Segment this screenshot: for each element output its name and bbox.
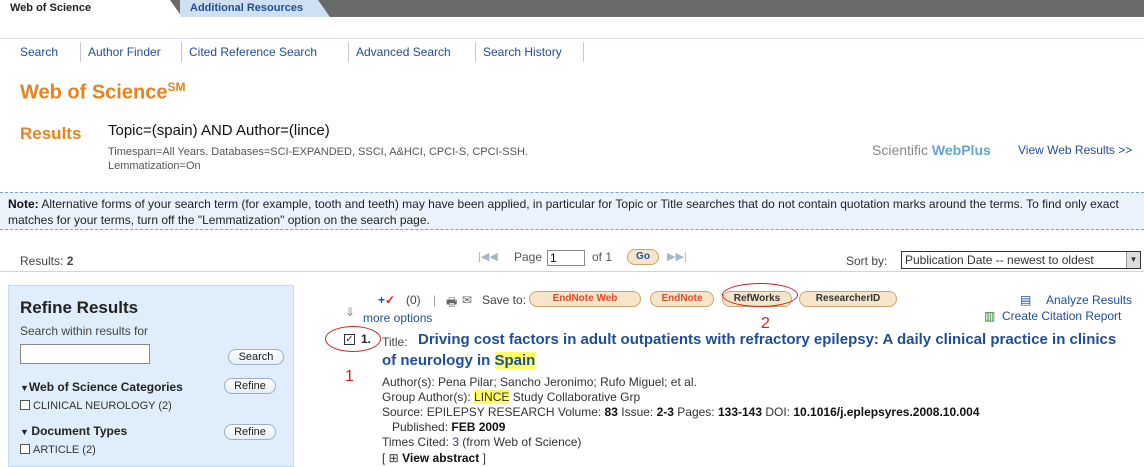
sort-select[interactable]: Publication Date -- newest to oldest ▼: [901, 251, 1141, 269]
analyze-results-link[interactable]: Analyze Results: [1046, 293, 1132, 307]
chevron-down-icon[interactable]: ▼: [1126, 252, 1140, 268]
triangle-down-icon[interactable]: ▼: [20, 427, 31, 437]
section-wos-categories: ▼Web of Science Categories: [20, 380, 183, 394]
nav-cited-reference-search[interactable]: Cited Reference Search: [189, 45, 317, 59]
record-authors: Author(s): Pena Pilar; Sancho Jeronimo; …: [382, 375, 697, 389]
more-options-link[interactable]: more options: [363, 311, 432, 325]
researcherid-button[interactable]: ResearcherID: [799, 291, 897, 307]
toolbar-separator: |: [433, 293, 437, 307]
results-count: Results: 2: [20, 254, 74, 268]
nav-separator: [475, 42, 476, 62]
view-web-results-link[interactable]: View Web Results >>: [1018, 143, 1132, 157]
tab-web-of-science[interactable]: Web of Science: [0, 0, 182, 17]
refine-subtitle: Search within results for: [20, 324, 149, 338]
nav-separator: [348, 42, 349, 62]
arrow-down-icon: ⇓: [345, 305, 356, 319]
nav-search[interactable]: Search: [20, 45, 58, 59]
email-icon[interactable]: ✉: [462, 293, 472, 307]
view-abstract-link[interactable]: [ ⊞ View abstract ]: [382, 451, 486, 465]
analyze-icon: ▤: [1020, 293, 1032, 307]
record-number: 1.: [361, 332, 372, 346]
section-document-types: ▼ Document Types: [20, 424, 128, 438]
last-page-icon[interactable]: ▶▶|: [667, 250, 687, 263]
tab-additional-resources[interactable]: Additional Resources: [180, 0, 330, 17]
nav-divider: [0, 38, 1144, 39]
record-title-link[interactable]: Driving cost factors in adult outpatient…: [418, 331, 1116, 348]
citation-report-link[interactable]: Create Citation Report: [1002, 309, 1121, 323]
add-to-marked-list-icon[interactable]: +✓: [378, 293, 395, 307]
nav-separator: [80, 42, 81, 62]
triangle-down-icon[interactable]: ▼: [20, 383, 29, 393]
query-meta: Timespan=All Years. Databases=SCI-EXPAND…: [108, 146, 528, 172]
nav-advanced-search[interactable]: Advanced Search: [356, 45, 451, 59]
refine-title: Refine Results: [20, 298, 139, 317]
expand-icon: ⊞: [388, 451, 399, 465]
record-group-authors: Group Author(s): LINCE Study Collaborati…: [382, 390, 641, 404]
nav-separator: [583, 42, 584, 62]
endnote-button[interactable]: EndNote: [650, 291, 714, 307]
citation-report-icon: ▥: [984, 309, 996, 323]
annotation-ellipse-refworks: [722, 283, 798, 307]
record-source: Source: EPILEPSY RESEARCH Volume: 83 Iss…: [382, 405, 980, 419]
search-query: Topic=(spain) AND Author=(lince): [108, 122, 330, 139]
page-label: Page: [514, 250, 543, 264]
refine-doctypes-button[interactable]: Refine: [224, 424, 276, 440]
sort-by-label: Sort by:: [846, 254, 888, 268]
endnote-web-button[interactable]: EndNote Web: [529, 291, 641, 307]
annotation-number-1: 1: [345, 368, 354, 385]
page-title: Web of ScienceSM: [20, 80, 186, 104]
record-checkbox[interactable]: ✓: [344, 334, 355, 345]
print-icon[interactable]: 🖶: [446, 293, 457, 314]
page-number-input[interactable]: [547, 250, 585, 266]
nav-search-history[interactable]: Search History: [483, 45, 562, 59]
record-times-cited: Times Cited: 3 (from Web of Science): [382, 435, 582, 449]
marked-count: (0): [406, 293, 421, 307]
results-label: Results: [20, 124, 82, 143]
refine-categories-button[interactable]: Refine: [224, 378, 276, 394]
page-count: of 1: [592, 250, 613, 264]
save-to-label: Save to:: [482, 293, 527, 307]
refine-search-button[interactable]: Search: [228, 349, 284, 365]
webplus-logo: Scientific WebPlus: [872, 142, 991, 158]
nav-author-finder[interactable]: Author Finder: [88, 45, 161, 59]
go-button[interactable]: Go: [627, 249, 659, 265]
title-label: Title:: [382, 335, 408, 349]
record-published: Published: FEB 2009: [392, 420, 506, 434]
record-title-link-continued[interactable]: of neurology in Spain: [382, 352, 536, 369]
doctype-checkbox[interactable]: ARTICLE (2): [20, 444, 96, 456]
refine-search-input[interactable]: [20, 344, 150, 364]
first-page-icon[interactable]: |◀◀: [478, 250, 498, 263]
times-cited-link[interactable]: 3: [452, 435, 459, 449]
nav-separator: [181, 42, 182, 62]
lemmatization-note: Note: Alternative forms of your search t…: [0, 192, 1144, 230]
category-checkbox[interactable]: CLINICAL NEUROLOGY (2): [20, 400, 172, 412]
